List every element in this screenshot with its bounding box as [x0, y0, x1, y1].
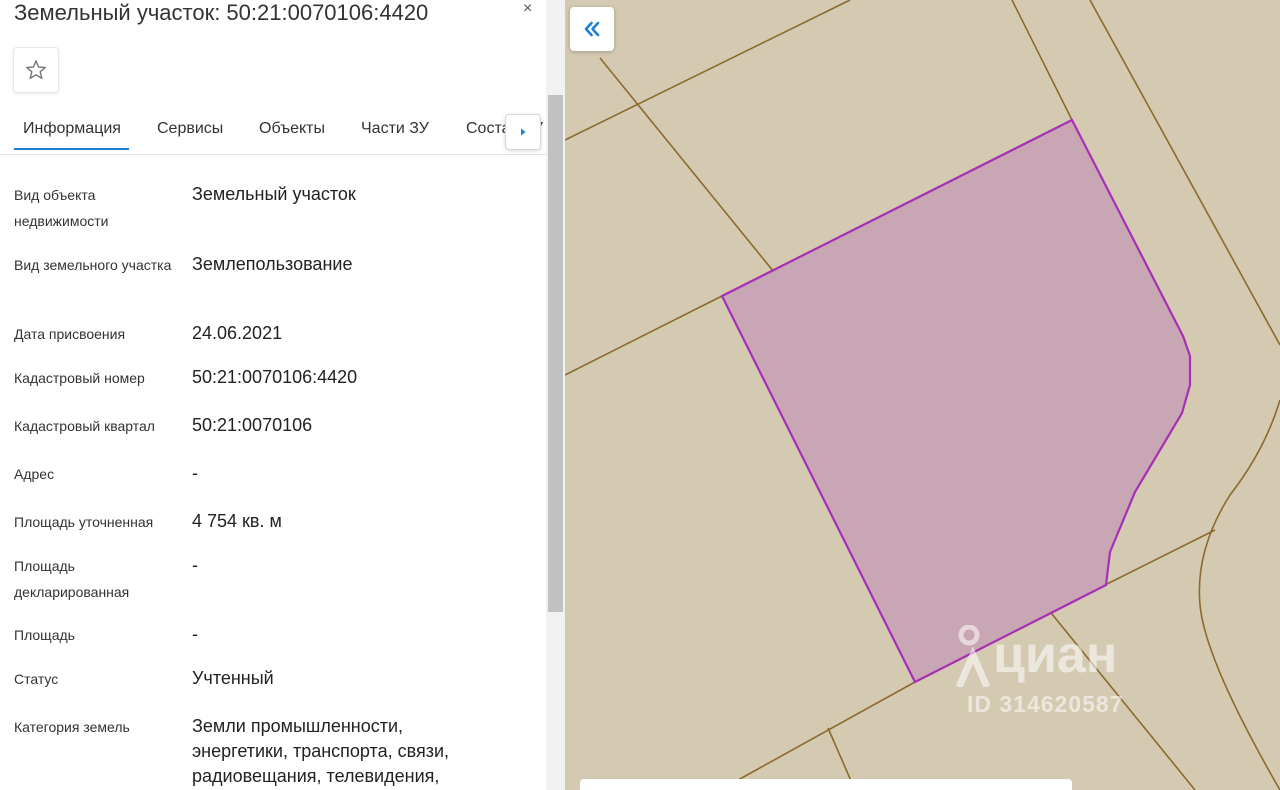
row-value-object-type: Земельный участок — [192, 184, 356, 204]
tab-scroll-right-button[interactable] — [505, 114, 541, 150]
row-value-address: - — [192, 463, 198, 483]
row-label-status: Статус — [14, 671, 59, 687]
row-label-cadastral-quarter: Кадастровый квартал — [14, 418, 155, 434]
row-label-area: Площадь — [14, 627, 75, 643]
row-value-area-declared: - — [192, 555, 198, 575]
row-value-area-refined: 4 754 кв. м — [192, 511, 282, 531]
map-bottom-bar — [580, 779, 1072, 790]
boundary-line — [1104, 529, 1216, 586]
row-label-assign-date: Дата присвоения — [14, 326, 126, 342]
star-outline-icon — [26, 60, 46, 80]
favorite-button[interactable] — [13, 47, 59, 93]
boundary-line — [1198, 399, 1280, 790]
row-label-object-type: Вид объекта недвижимости — [14, 187, 109, 229]
info-panel: Земельный участок: 50:21:0070106:4420 × … — [0, 0, 546, 790]
row-label-area-declared: Площадь декларированная — [14, 558, 130, 600]
row-value-land-category: Земли промышленности, энергетики, трансп… — [192, 716, 450, 786]
row-value-cadastral-quarter: 50:21:0070106 — [192, 415, 313, 435]
row-value-land-type: Землепользование — [192, 254, 353, 274]
boundary-line — [719, 681, 916, 790]
watermark-brand: циан — [993, 626, 1118, 684]
boundary-line — [565, 295, 723, 376]
parcel-polygon — [720, 118, 1192, 684]
row-value-assign-date: 24.06.2021 — [192, 323, 283, 343]
tab-parts[interactable]: Части ЗУ — [361, 120, 429, 138]
collapse-panel-button[interactable] — [570, 7, 614, 51]
row-label-land-type: Вид земельного участка — [14, 257, 172, 273]
tab-bar: Информация Сервисы Объекты Части ЗУ Сост… — [0, 112, 546, 155]
close-icon[interactable]: × — [523, 0, 532, 18]
tab-info[interactable]: Информация — [14, 120, 129, 150]
row-value-status: Учтенный — [192, 668, 274, 688]
boundary-line — [1011, 0, 1073, 121]
map-canvas[interactable] — [565, 0, 1280, 790]
row-label-land-category: Категория земель — [14, 719, 130, 735]
tab-services[interactable]: Сервисы — [157, 120, 223, 138]
page-title: Земельный участок: 50:21:0070106:4420 — [14, 0, 429, 25]
panel-scrollbar[interactable] — [546, 0, 565, 790]
double-chevron-left-icon — [584, 21, 600, 37]
house-logo-icon — [955, 625, 991, 687]
tab-objects[interactable]: Объекты — [259, 120, 325, 138]
row-value-cadastral-number: 50:21:0070106:4420 — [192, 367, 358, 387]
row-value-area: - — [192, 624, 198, 644]
watermark-id: ID 314620587 — [967, 691, 1124, 717]
scrollbar-thumb[interactable] — [548, 95, 563, 612]
row-label-cadastral-number: Кадастровый номер — [14, 370, 145, 386]
row-label-area-refined: Площадь уточненная — [14, 514, 154, 530]
row-label-address: Адрес — [14, 466, 55, 482]
caret-right-icon — [521, 128, 526, 136]
map-cadastre-svg — [565, 0, 1280, 790]
